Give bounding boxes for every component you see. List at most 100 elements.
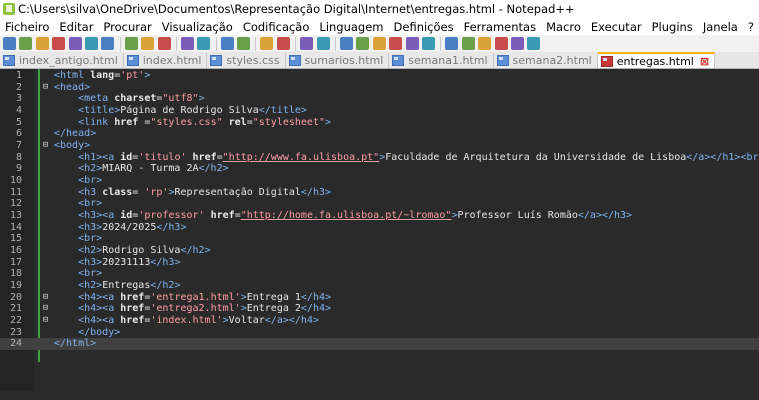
code-line[interactable]: 9 <h2>MIARQ - Turma 2A</h2> — [0, 163, 759, 175]
code-line[interactable]: 21 ⊟ <h4><a href='entrega2.html'>Entrega … — [0, 303, 759, 315]
fold-toggle-icon[interactable]: ⊟ — [41, 141, 50, 150]
code-line[interactable]: 15 <br> — [0, 233, 759, 245]
code-line[interactable]: 1 <html lang='pt'> — [0, 70, 759, 82]
show-all-chars-icon[interactable] — [356, 37, 370, 50]
code-line[interactable]: 3 <meta charset="utf8"> — [0, 93, 759, 105]
function-list-icon[interactable] — [405, 37, 419, 50]
code-line[interactable]: 19 <h2>Entregas</h2> — [0, 280, 759, 292]
code-line[interactable]: 16 <h2>Rodrigo Silva</h2> — [0, 245, 759, 257]
code-text[interactable]: <h3 class= 'rp'>Representação Digital</h… — [54, 187, 331, 199]
code-line[interactable]: 18 <br> — [0, 268, 759, 280]
close-icon[interactable] — [68, 37, 82, 50]
code-text[interactable]: <br> — [54, 175, 102, 187]
code-line[interactable]: 22 ⊟ <h4><a href='index.html'>Voltar</a><… — [0, 315, 759, 327]
cut-icon[interactable] — [124, 37, 138, 50]
play-macro-icon[interactable] — [494, 37, 508, 50]
menu-item[interactable]: Janela — [698, 20, 743, 34]
code-text[interactable]: <head> — [54, 82, 90, 94]
code-editor[interactable]: 1 <html lang='pt'> 2 ⊟ <head> 3 <meta charset… — [0, 69, 759, 400]
close-all-icon[interactable] — [84, 37, 98, 50]
code-text[interactable]: <link href ="styles.css" rel="stylesheet… — [54, 117, 331, 129]
menu-item[interactable]: Definições — [389, 20, 459, 34]
code-line[interactable]: 11 <h3 class= 'rp'>Representação Digital… — [0, 187, 759, 199]
code-line[interactable]: 2 ⊟ <head> — [0, 82, 759, 94]
replace-icon[interactable] — [237, 37, 251, 50]
code-line[interactable]: 12 <br> — [0, 198, 759, 210]
code-line[interactable]: 23 </body> — [0, 327, 759, 339]
menu-item[interactable]: Plugins — [647, 20, 698, 34]
code-text[interactable]: <h2>Entregas</h2> — [54, 280, 180, 292]
open-file-icon[interactable] — [19, 37, 33, 50]
code-line[interactable]: 7 ⊟ <body> — [0, 140, 759, 152]
new-file-icon[interactable] — [3, 37, 16, 50]
zoom-out-icon[interactable] — [276, 37, 290, 50]
code-text[interactable]: <h3><a id='professor' href="http://home.… — [54, 210, 632, 222]
menu-item[interactable]: Visualização — [157, 20, 238, 34]
menu-item[interactable]: Macro — [541, 20, 586, 34]
code-text[interactable]: <h4><a href='entrega2.html'>Entrega 2</h… — [54, 303, 331, 315]
code-text[interactable]: <br> — [54, 233, 102, 245]
find-icon[interactable] — [220, 37, 234, 50]
sync-vertical-icon[interactable] — [300, 37, 314, 50]
redo-icon[interactable] — [197, 37, 211, 50]
code-line[interactable]: 10 <br> — [0, 175, 759, 187]
code-line[interactable]: 5 <link href ="styles.css" rel="styleshe… — [0, 117, 759, 129]
code-text[interactable]: <h3>20231113</h3> — [54, 257, 180, 269]
code-text[interactable]: <h4><a href='index.html'>Voltar</a></h4> — [54, 315, 319, 327]
word-wrap-icon[interactable] — [340, 37, 354, 50]
horizontal-scrollbar[interactable] — [0, 391, 759, 400]
fold-toggle-icon[interactable]: ⊟ — [41, 304, 50, 313]
menu-item[interactable]: Linguagem — [314, 20, 388, 34]
code-text[interactable]: </head> — [54, 128, 96, 140]
code-text[interactable]: <br> — [54, 198, 102, 210]
menu-item[interactable]: Ferramentas — [459, 20, 541, 34]
paste-icon[interactable] — [157, 37, 171, 50]
code-line[interactable]: 4 <title>Página de Rodrigo Silva</title> — [0, 105, 759, 117]
code-line[interactable]: 13 <h3><a id='professor' href="http://ho… — [0, 210, 759, 222]
print-icon[interactable] — [101, 37, 115, 50]
code-text[interactable]: </body> — [54, 327, 120, 339]
file-tab[interactable]: index.html — [123, 53, 208, 68]
record-macro-icon[interactable] — [461, 37, 475, 50]
file-tab[interactable]: sumarios.html — [285, 53, 390, 68]
code-line[interactable]: 8 <h1><a id='titulo' href="http://www.fa… — [0, 152, 759, 164]
fold-toggle-icon[interactable]: ⊟ — [41, 292, 50, 302]
file-tab[interactable]: semana1.html — [389, 53, 494, 68]
code-line[interactable]: 6 </head> — [0, 128, 759, 140]
undo-icon[interactable] — [180, 37, 194, 50]
indent-guide-icon[interactable] — [372, 37, 386, 50]
menu-item[interactable]: Procurar — [98, 20, 156, 34]
code-line[interactable]: 20 ⊟ <h4><a href='entrega1.html'>Entrega … — [0, 292, 759, 304]
code-text[interactable]: <br> — [54, 268, 102, 280]
menu-item[interactable]: Codificação — [238, 20, 315, 34]
code-line[interactable]: 17 <h3>20231113</h3> — [0, 257, 759, 269]
copy-icon[interactable] — [141, 37, 155, 50]
code-text[interactable]: </html> — [54, 338, 96, 350]
code-text[interactable]: <body> — [54, 140, 90, 152]
save-macro-icon[interactable] — [527, 37, 541, 50]
code-text[interactable]: <h2>MIARQ - Turma 2A</h2> — [54, 163, 229, 175]
file-tab[interactable]: index_antigo.html — [0, 53, 124, 68]
code-text[interactable]: <title>Página de Rodrigo Silva</title> — [54, 105, 307, 117]
code-text[interactable]: <h3>2024/2025</h3> — [54, 222, 186, 234]
sync-horizontal-icon[interactable] — [316, 37, 330, 50]
code-text[interactable]: <html lang='pt'> — [54, 70, 150, 82]
folder-workspace-icon[interactable] — [421, 37, 435, 50]
code-text[interactable]: <h4><a href='entrega1.html'>Entrega 1</h… — [54, 292, 331, 304]
code-text[interactable]: <h1><a id='titulo' href="http://www.fa.u… — [54, 152, 759, 164]
code-lines[interactable]: 1 <html lang='pt'> 2 ⊟ <head> 3 <meta charset… — [0, 70, 759, 351]
file-tab[interactable]: entregas.html ⊠ — [597, 52, 716, 68]
save-all-icon[interactable] — [52, 37, 66, 50]
code-line[interactable]: 14 <h3>2024/2025</h3> — [0, 222, 759, 234]
code-line[interactable]: 24 </html> — [0, 338, 759, 351]
save-icon[interactable] — [35, 37, 49, 50]
monitoring-icon[interactable] — [445, 37, 459, 50]
stop-record-icon[interactable] — [478, 37, 492, 50]
fold-toggle-icon[interactable]: ⊟ — [41, 316, 50, 325]
zoom-in-icon[interactable] — [260, 37, 274, 50]
code-text[interactable]: <h2>Rodrigo Silva</h2> — [54, 245, 210, 257]
run-macro-multiple-icon[interactable] — [510, 37, 524, 50]
close-tab-icon[interactable]: ⊠ — [700, 55, 709, 68]
menu-item[interactable]: Executar — [586, 20, 647, 34]
file-tab[interactable]: semana2.html — [493, 53, 598, 68]
